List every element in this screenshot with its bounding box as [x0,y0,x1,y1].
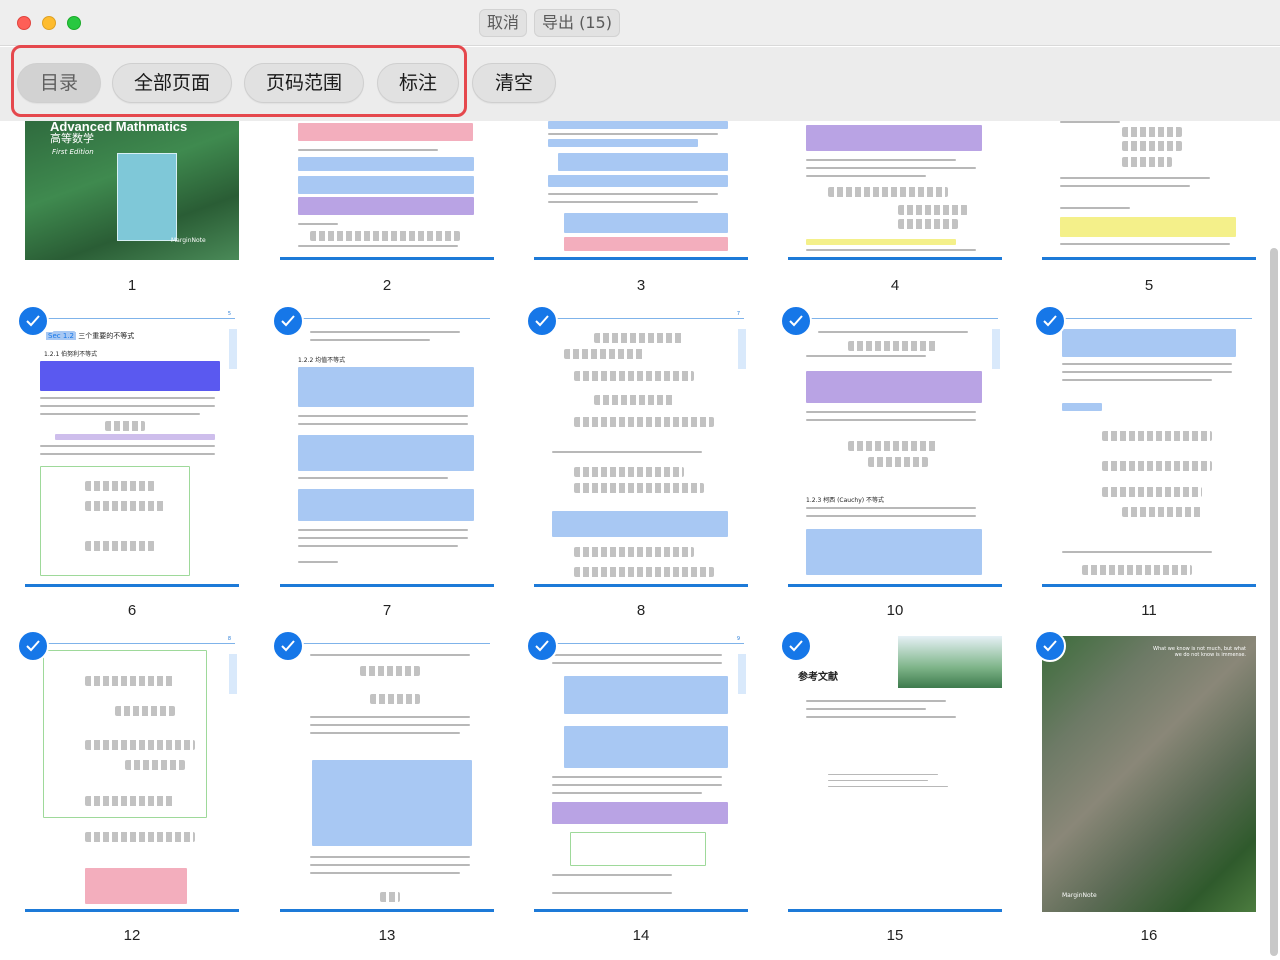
page-number: 3 [636,277,646,294]
page-preview: 9 [534,636,748,912]
page-number: 4 [890,277,900,294]
page-preview: 1.2.2 均值不等式 [280,311,494,587]
filter-all-pages-button[interactable]: 全部页面 [112,63,232,103]
selected-checkmark-icon[interactable] [526,630,558,662]
export-window: 取消 导出 (15) 目录 全部页面 页码范围 标注 清空 Advanced M… [0,0,1280,960]
page-preview: 8 [25,636,239,912]
zoom-window-button[interactable] [67,16,81,30]
subsection-title: 1.2.3 柯西 (Cauchy) 不等式 [806,497,884,504]
selected-checkmark-icon[interactable] [1034,305,1066,337]
page-number: 7 [382,602,392,619]
filter-annotations-button[interactable]: 标注 [377,63,459,103]
section-title: Sec 1.2 三个重要的不等式 [46,332,135,340]
cover-subtitle: 高等数学 [50,132,94,145]
page-quote: What we know is not much, but what we do… [1153,646,1246,658]
selected-checkmark-icon[interactable] [1034,630,1066,662]
cancel-button[interactable]: 取消 [479,9,528,37]
title-bar: 取消 导出 (15) [0,0,1280,46]
selected-checkmark-icon[interactable] [526,305,558,337]
page-thumbnail-grid: Advanced Mathmatics 高等数学 First Edition M… [0,121,1268,960]
page-number: 5 [1144,277,1154,294]
selected-checkmark-icon[interactable] [780,630,812,662]
references-title: 参考文献 [798,672,838,683]
cover-book-image [117,153,177,241]
page-number: 12 [123,927,141,944]
page-preview [1042,311,1256,587]
page-number: 8 [636,602,646,619]
page-number: 1 [127,277,137,294]
page-preview: Advanced Mathmatics 高等数学 First Edition M… [25,121,239,260]
filter-clear-button[interactable]: 清空 [472,63,556,103]
page-preview [534,121,748,260]
subsection-title: 1.2.1 伯努利不等式 [44,351,98,358]
selected-checkmark-icon[interactable] [780,305,812,337]
subsection-title: 1.2.2 均值不等式 [298,357,346,364]
page-number: 6 [127,602,137,619]
selected-checkmark-icon[interactable] [17,630,49,662]
page-preview [280,636,494,912]
filter-page-range-button[interactable]: 页码范围 [244,63,364,103]
page-number: 10 [886,602,904,619]
marginnote-logo: MarginNote [1062,892,1097,899]
page-preview: 1.2.3 柯西 (Cauchy) 不等式 [788,311,1002,587]
filter-bar: 目录 全部页面 页码范围 标注 清空 [0,47,1280,121]
section-badge: Sec 1.2 [46,332,76,340]
page-number: 15 [886,927,904,944]
page-preview: 7 [534,311,748,587]
export-button[interactable]: 导出 (15) [534,9,620,37]
selected-checkmark-icon[interactable] [272,630,304,662]
marginnote-logo: MarginNote [171,237,206,244]
page-preview: 参考文献 [788,636,1002,912]
page-preview [280,121,494,260]
page-number: 13 [378,927,396,944]
page-number: 11 [1141,602,1157,619]
page-number: 16 [1140,927,1158,944]
filter-toc-button[interactable]: 目录 [17,63,101,103]
selected-checkmark-icon[interactable] [17,305,49,337]
close-window-button[interactable] [17,16,31,30]
minimize-window-button[interactable] [42,16,56,30]
page-preview [1042,121,1256,260]
selected-checkmark-icon[interactable] [272,305,304,337]
page-preview [788,121,1002,260]
page-preview: What we know is not much, but what we do… [1042,636,1256,912]
page-number: 2 [382,277,392,294]
cover-edition: First Edition [52,148,94,156]
page-number: 14 [632,927,650,944]
vertical-scrollbar[interactable] [1270,248,1278,956]
